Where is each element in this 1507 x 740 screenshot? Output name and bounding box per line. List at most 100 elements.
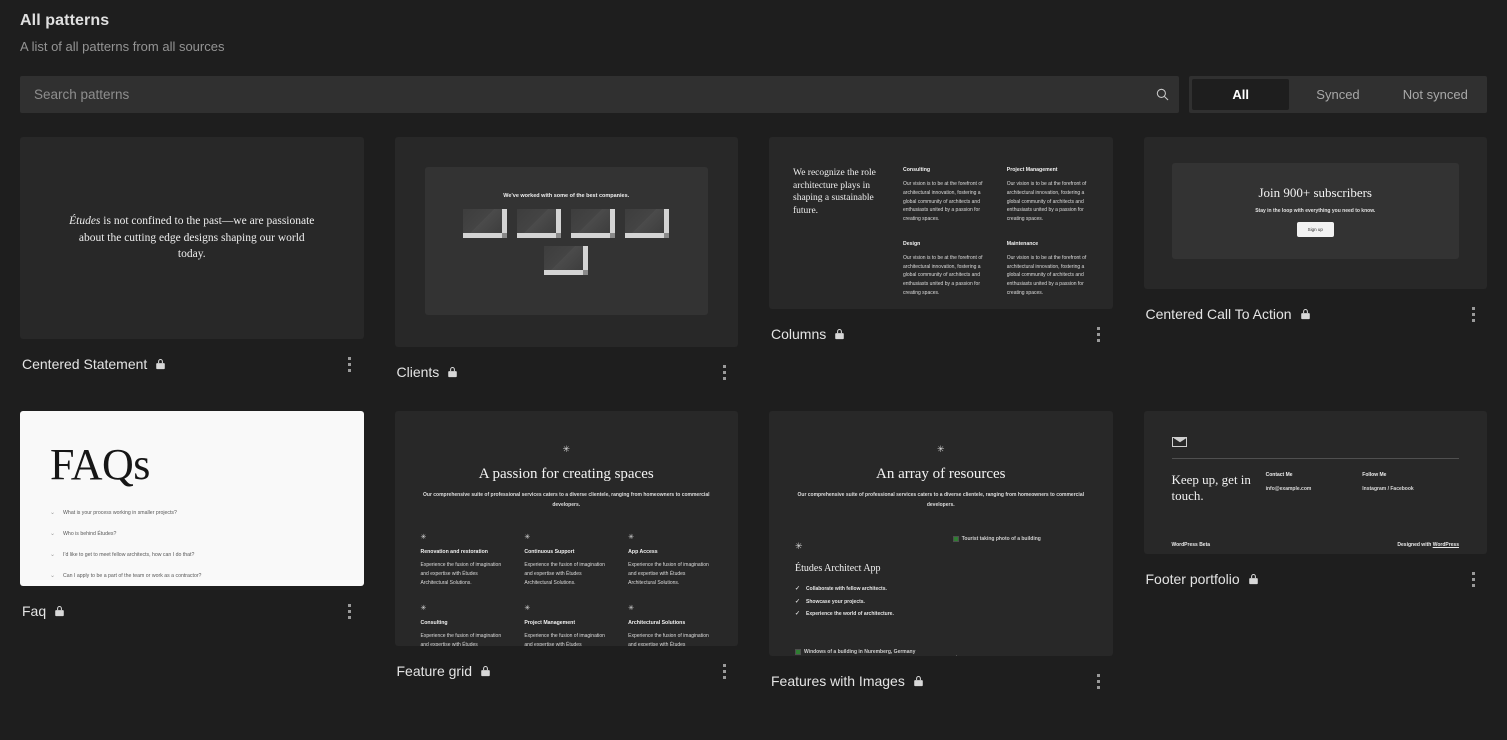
asterisk-icon: ✳ [936, 444, 945, 454]
pattern-card-features-with-images[interactable]: ✳ An array of resources Our comprehensiv… [769, 411, 1113, 694]
cta-signup-button[interactable]: Sign up [1296, 222, 1334, 237]
footer-left-note: WordPress Beta [1171, 542, 1211, 548]
app-list-item: ✓ Collaborate with fellow architects. [795, 583, 929, 596]
column-body: Our vision is to be at the forefront of … [1006, 254, 1087, 296]
column-body: Our vision is to be at the forefront of … [903, 254, 983, 296]
feature-item: ✳ Consulting Experience the fusion of im… [421, 605, 505, 646]
feature-title: App Access [628, 549, 658, 555]
wordpress-link[interactable]: WordPress [1433, 542, 1459, 548]
column-item: Design Our vision is to be at the forefr… [903, 241, 985, 298]
faq-question-text: Who is behind Études? [63, 530, 117, 537]
feature-grid-heading: A passion for creating spaces [478, 466, 654, 482]
filter-not-synced[interactable]: Not synced [1387, 79, 1484, 110]
pattern-title-row: Centered Call To Action [1146, 306, 1311, 322]
lock-icon [913, 675, 924, 687]
check-icon: ✓ [795, 611, 801, 618]
broken-image-icon [952, 536, 959, 542]
pattern-card-faq[interactable]: FAQs ⌄ What is your process working in s… [20, 411, 364, 624]
asterisk-icon: ✳ [628, 534, 635, 541]
pattern-actions-menu[interactable] [712, 359, 736, 385]
contact-value[interactable]: info@example.com [1266, 486, 1363, 492]
lock-icon [1300, 308, 1311, 320]
pattern-card-feature-grid[interactable]: ✳ A passion for creating spaces Our comp… [394, 411, 739, 684]
asterisk-icon: ✳ [953, 654, 961, 656]
pattern-preview[interactable]: Études is not confined to the past—we ar… [20, 137, 364, 339]
feature-item: ✳ Renovation and restoration Experience … [421, 534, 505, 587]
chevron-down-icon: ⌄ [50, 573, 56, 579]
pattern-preview[interactable]: We've worked with some of the best compa… [394, 137, 738, 347]
faq-question: ⌄ What is your process working in smalle… [50, 509, 334, 517]
app-list-item: ✓ Showcase your projects. [795, 596, 929, 609]
pattern-footer: Feature grid [395, 646, 739, 684]
filter-synced[interactable]: Synced [1289, 79, 1386, 110]
pattern-actions-menu[interactable] [712, 658, 736, 684]
check-icon: ✓ [795, 598, 801, 605]
lock-icon [155, 358, 166, 370]
asterisk-icon: ✳ [628, 605, 635, 613]
pattern-title: Columns [771, 326, 827, 342]
pattern-title: Footer portfolio [1145, 571, 1240, 587]
feature-title: Consulting [420, 620, 448, 627]
pattern-preview[interactable]: ✳ An array of resources Our comprehensiv… [769, 411, 1113, 656]
check-icon: ✓ [795, 586, 801, 592]
feature-item: ✳ App Access Experience the fusion of im… [628, 534, 712, 587]
pattern-actions-menu[interactable] [1087, 321, 1111, 347]
lock-icon [1248, 573, 1259, 585]
pattern-preview[interactable]: Keep up, get in touch. Contact Me info@e… [1143, 411, 1487, 554]
broken-image-icon [625, 209, 670, 238]
pattern-card-footer-portfolio[interactable]: Keep up, get in touch. Contact Me info@e… [1143, 411, 1488, 592]
footer-right-note: Designed with WordPress [1397, 542, 1459, 548]
patterns-page: All patterns A list of all patterns from… [0, 0, 1507, 740]
column-heading: Maintenance [1006, 240, 1039, 247]
feature-title: Project Management [524, 620, 576, 627]
pattern-footer: Footer portfolio [1144, 554, 1488, 592]
patterns-grid: Études is not confined to the past—we ar… [20, 137, 1487, 694]
feature-body: Experience the fusion of imagination and… [628, 633, 709, 646]
patterns-toolbar: All Synced Not synced [20, 76, 1487, 113]
pattern-card-columns[interactable]: We recognize the role architecture plays… [769, 137, 1113, 347]
follow-value[interactable]: Instagram / Facebook [1362, 486, 1459, 492]
faq-question: ⌄ Can I apply to be a part of the team o… [50, 572, 334, 580]
pattern-preview[interactable]: We recognize the role architecture plays… [769, 137, 1113, 309]
pattern-preview[interactable]: ✳ A passion for creating spaces Our comp… [394, 411, 738, 646]
pattern-footer: Centered Statement [20, 339, 364, 377]
faq-question-text: What is your process working in smaller … [63, 509, 177, 516]
filter-all[interactable]: All [1192, 79, 1290, 110]
footer-follow-col: Follow Me Instagram / Facebook [1362, 472, 1459, 492]
pattern-title-row: Footer portfolio [1146, 571, 1259, 587]
feature-body: Experience the fusion of imagination and… [524, 562, 605, 586]
feature-image-block: Tourist taking photo of a building [952, 536, 1087, 621]
pattern-card-clients[interactable]: We've worked with some of the best compa… [394, 137, 738, 385]
pattern-card-centered-call-to-action[interactable]: Join 900+ subscribers Stay in the loop w… [1143, 137, 1488, 327]
column-heading: Project Management [1006, 167, 1058, 173]
feature-title: Architectural Solutions [628, 620, 686, 627]
contact-label: Contact Me [1265, 472, 1293, 478]
asterisk-icon: ✳ [562, 444, 571, 454]
pattern-title-row: Features with Images [771, 673, 924, 689]
pattern-actions-menu[interactable] [338, 351, 362, 377]
pattern-preview[interactable]: Join 900+ subscribers Stay in the loop w… [1143, 137, 1487, 289]
pattern-actions-menu[interactable] [1087, 668, 1111, 694]
broken-image-icon [795, 648, 801, 655]
columns-lead: We recognize the role architecture plays… [793, 168, 876, 216]
search-input[interactable] [20, 87, 1145, 102]
column-heading: Design [903, 240, 921, 247]
column-item: Project Management Our vision is to be a… [1007, 167, 1089, 224]
pattern-title-row: Columns [771, 326, 845, 342]
feature-title: Renovation and restoration [420, 549, 488, 555]
pattern-title-row: Faq [22, 603, 65, 619]
pattern-footer: Centered Call To Action [1144, 289, 1488, 327]
asterisk-icon: ✳ [524, 605, 531, 613]
pattern-card-centered-statement[interactable]: Études is not confined to the past—we ar… [20, 137, 364, 377]
search-field[interactable] [20, 76, 1179, 113]
broken-image-icon [517, 209, 562, 238]
feature-body: Experience the fusion of imagination and… [524, 633, 605, 646]
features-subheading: Our comprehensive suite of professional … [797, 492, 1085, 508]
pattern-actions-menu[interactable] [338, 598, 362, 624]
pattern-actions-menu[interactable] [1461, 301, 1485, 327]
pattern-preview[interactable]: FAQs ⌄ What is your process working in s… [20, 411, 364, 586]
feature-item: ✳ Project Management Experience the fusi… [524, 605, 608, 646]
pattern-title: Clients [396, 364, 440, 380]
pattern-actions-menu[interactable] [1461, 566, 1485, 592]
lock-icon [447, 366, 458, 378]
